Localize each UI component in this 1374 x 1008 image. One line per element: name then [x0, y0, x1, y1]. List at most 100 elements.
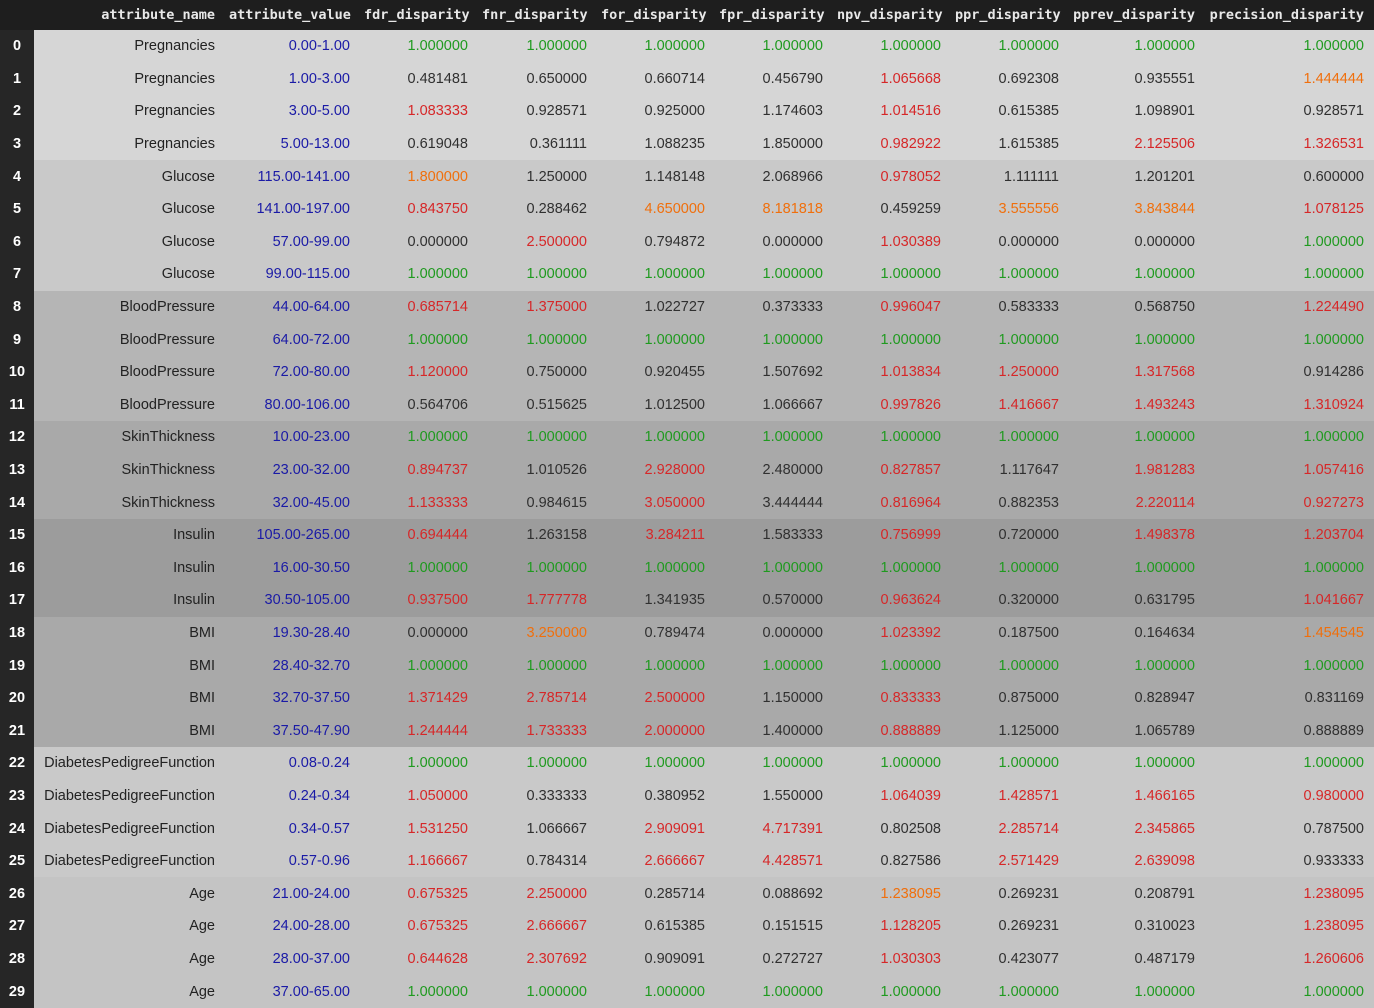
fnr-disparity-cell: 2.307692 — [526, 950, 587, 967]
ppr-disparity-cell: 1.615385 — [998, 136, 1059, 153]
pprev-disparity-cell: 1.065789 — [1134, 722, 1195, 739]
attribute-name-cell: Age — [189, 950, 215, 967]
precision-disparity-cell: 0.787500 — [1303, 820, 1364, 837]
npv-disparity-cell: 1.064039 — [880, 787, 941, 804]
fpr-disparity-cell: 0.151515 — [762, 918, 823, 935]
attribute-value-cell: 0.00-1.00 — [288, 38, 350, 55]
precision-disparity-cell: 1.238095 — [1303, 918, 1364, 935]
table-row: 5 Glucose 141.00-197.00 0.843750 0.288462 4.6… — [0, 192, 1374, 226]
attribute-value-cell: 72.00-80.00 — [272, 364, 350, 381]
column-header-fnr-disparity[interactable]: fnr_disparity — [478, 0, 597, 30]
fnr-disparity-cell: 2.250000 — [526, 885, 587, 902]
fnr-disparity-cell: 0.784314 — [526, 853, 587, 870]
pprev-disparity-cell: 1.098901 — [1134, 103, 1195, 120]
fpr-disparity-cell: 0.000000 — [762, 624, 823, 641]
row-index: 16 — [0, 551, 34, 585]
attribute-value-cell: 23.00-32.00 — [272, 462, 350, 479]
index-header — [0, 0, 34, 30]
ppr-disparity-cell: 1.000000 — [998, 755, 1059, 772]
npv-disparity-cell: 1.030389 — [880, 233, 941, 250]
row-index: 4 — [0, 160, 34, 193]
table-row: 3 Pregnancies 5.00-13.00 0.619048 0.361111 1.… — [0, 127, 1374, 161]
row-index: 22 — [0, 747, 34, 780]
precision-disparity-cell: 1.000000 — [1303, 429, 1364, 446]
fnr-disparity-cell: 1.000000 — [526, 983, 587, 1000]
ppr-disparity-cell: 0.882353 — [998, 494, 1059, 511]
npv-disparity-cell: 0.756999 — [880, 527, 941, 544]
fdr-disparity-cell: 1.000000 — [407, 38, 468, 55]
table-row: 26 Age 21.00-24.00 0.675325 2.250000 0.285714… — [0, 877, 1374, 911]
npv-disparity-cell: 1.023392 — [880, 624, 941, 641]
table-row: 28 Age 28.00-37.00 0.644628 2.307692 0.909091… — [0, 942, 1374, 976]
attribute-name-cell: Insulin — [173, 592, 215, 609]
attribute-name-cell: SkinThickness — [121, 462, 215, 479]
column-header-ppr-disparity[interactable]: ppr_disparity — [951, 0, 1069, 30]
pprev-disparity-cell: 0.487179 — [1134, 950, 1195, 967]
npv-disparity-cell: 0.997826 — [880, 396, 941, 413]
column-header-fdr-disparity[interactable]: fdr_disparity — [360, 0, 478, 30]
for-disparity-cell: 1.148148 — [644, 168, 705, 185]
ppr-disparity-cell: 1.125000 — [998, 722, 1059, 739]
column-header-attribute-value[interactable]: attribute_value — [225, 0, 360, 30]
row-index: 15 — [0, 518, 34, 552]
npv-disparity-cell: 1.000000 — [880, 559, 941, 576]
fpr-disparity-cell: 1.507692 — [762, 364, 823, 381]
npv-disparity-cell: 0.978052 — [880, 168, 941, 185]
pprev-disparity-cell: 1.466165 — [1134, 787, 1195, 804]
attribute-name-cell: BMI — [189, 657, 215, 674]
for-disparity-cell: 1.000000 — [644, 755, 705, 772]
precision-disparity-cell: 1.000000 — [1303, 331, 1364, 348]
fnr-disparity-cell: 0.288462 — [526, 201, 587, 218]
precision-disparity-cell: 0.980000 — [1303, 787, 1364, 804]
pprev-disparity-cell: 3.843844 — [1134, 201, 1195, 218]
fpr-disparity-cell: 0.456790 — [762, 70, 823, 87]
fnr-disparity-cell: 0.650000 — [526, 70, 587, 87]
precision-disparity-cell: 1.041667 — [1303, 592, 1364, 609]
column-header-fpr-disparity[interactable]: fpr_disparity — [715, 0, 833, 30]
row-index: 11 — [0, 388, 34, 422]
fnr-disparity-cell: 1.000000 — [526, 38, 587, 55]
ppr-disparity-cell: 0.000000 — [998, 233, 1059, 250]
attribute-value-cell: 5.00-13.00 — [280, 136, 350, 153]
attribute-value-cell: 44.00-64.00 — [272, 299, 350, 316]
attribute-name-cell: BMI — [189, 624, 215, 641]
for-disparity-cell: 2.928000 — [644, 462, 705, 479]
row-index: 3 — [0, 127, 34, 161]
column-header-npv-disparity[interactable]: npv_disparity — [833, 0, 951, 30]
row-index: 26 — [0, 877, 34, 911]
attribute-value-cell: 57.00-99.00 — [272, 233, 350, 250]
fdr-disparity-cell: 0.694444 — [407, 527, 468, 544]
attribute-value-cell: 16.00-30.50 — [272, 559, 350, 576]
precision-disparity-cell: 1.000000 — [1303, 38, 1364, 55]
table-row: 27 Age 24.00-28.00 0.675325 2.666667 0.615385… — [0, 910, 1374, 943]
column-header-precision-disparity[interactable]: precision_disparity — [1205, 0, 1374, 30]
attribute-value-cell: 32.70-37.50 — [272, 690, 350, 707]
fpr-disparity-cell: 3.444444 — [762, 494, 823, 511]
ppr-disparity-cell: 0.692308 — [998, 70, 1059, 87]
fnr-disparity-cell: 0.928571 — [526, 103, 587, 120]
attribute-name-cell: SkinThickness — [121, 429, 215, 446]
attribute-name-cell: BMI — [189, 722, 215, 739]
precision-disparity-cell: 1.326531 — [1303, 136, 1364, 153]
table-row: 12 SkinThickness 10.00-23.00 1.000000 1.0000… — [0, 421, 1374, 454]
column-header-for-disparity[interactable]: for_disparity — [597, 0, 715, 30]
precision-disparity-cell: 0.831169 — [1304, 690, 1364, 707]
fdr-disparity-cell: 0.937500 — [407, 592, 468, 609]
for-disparity-cell: 0.794872 — [644, 233, 705, 250]
fpr-disparity-cell: 1.000000 — [762, 429, 823, 446]
fpr-disparity-cell: 1.000000 — [762, 983, 823, 1000]
precision-disparity-cell: 1.000000 — [1303, 983, 1364, 1000]
ppr-disparity-cell: 0.269231 — [998, 918, 1059, 935]
attribute-value-cell: 80.00-106.00 — [264, 396, 350, 413]
fdr-disparity-cell: 0.644628 — [407, 950, 468, 967]
disparity-table: attribute_name attribute_value fdr_dispari… — [0, 0, 1374, 1008]
fnr-disparity-cell: 1.000000 — [526, 559, 587, 576]
attribute-value-cell: 30.50-105.00 — [264, 592, 350, 609]
npv-disparity-cell: 1.013834 — [880, 364, 941, 381]
precision-disparity-cell: 1.310924 — [1303, 396, 1364, 413]
column-header-attribute-name[interactable]: attribute_name — [34, 0, 225, 30]
ppr-disparity-cell: 0.875000 — [998, 690, 1059, 707]
column-header-pprev-disparity[interactable]: pprev_disparity — [1069, 0, 1205, 30]
npv-disparity-cell: 1.000000 — [880, 755, 941, 772]
pprev-disparity-cell: 2.639098 — [1134, 853, 1195, 870]
